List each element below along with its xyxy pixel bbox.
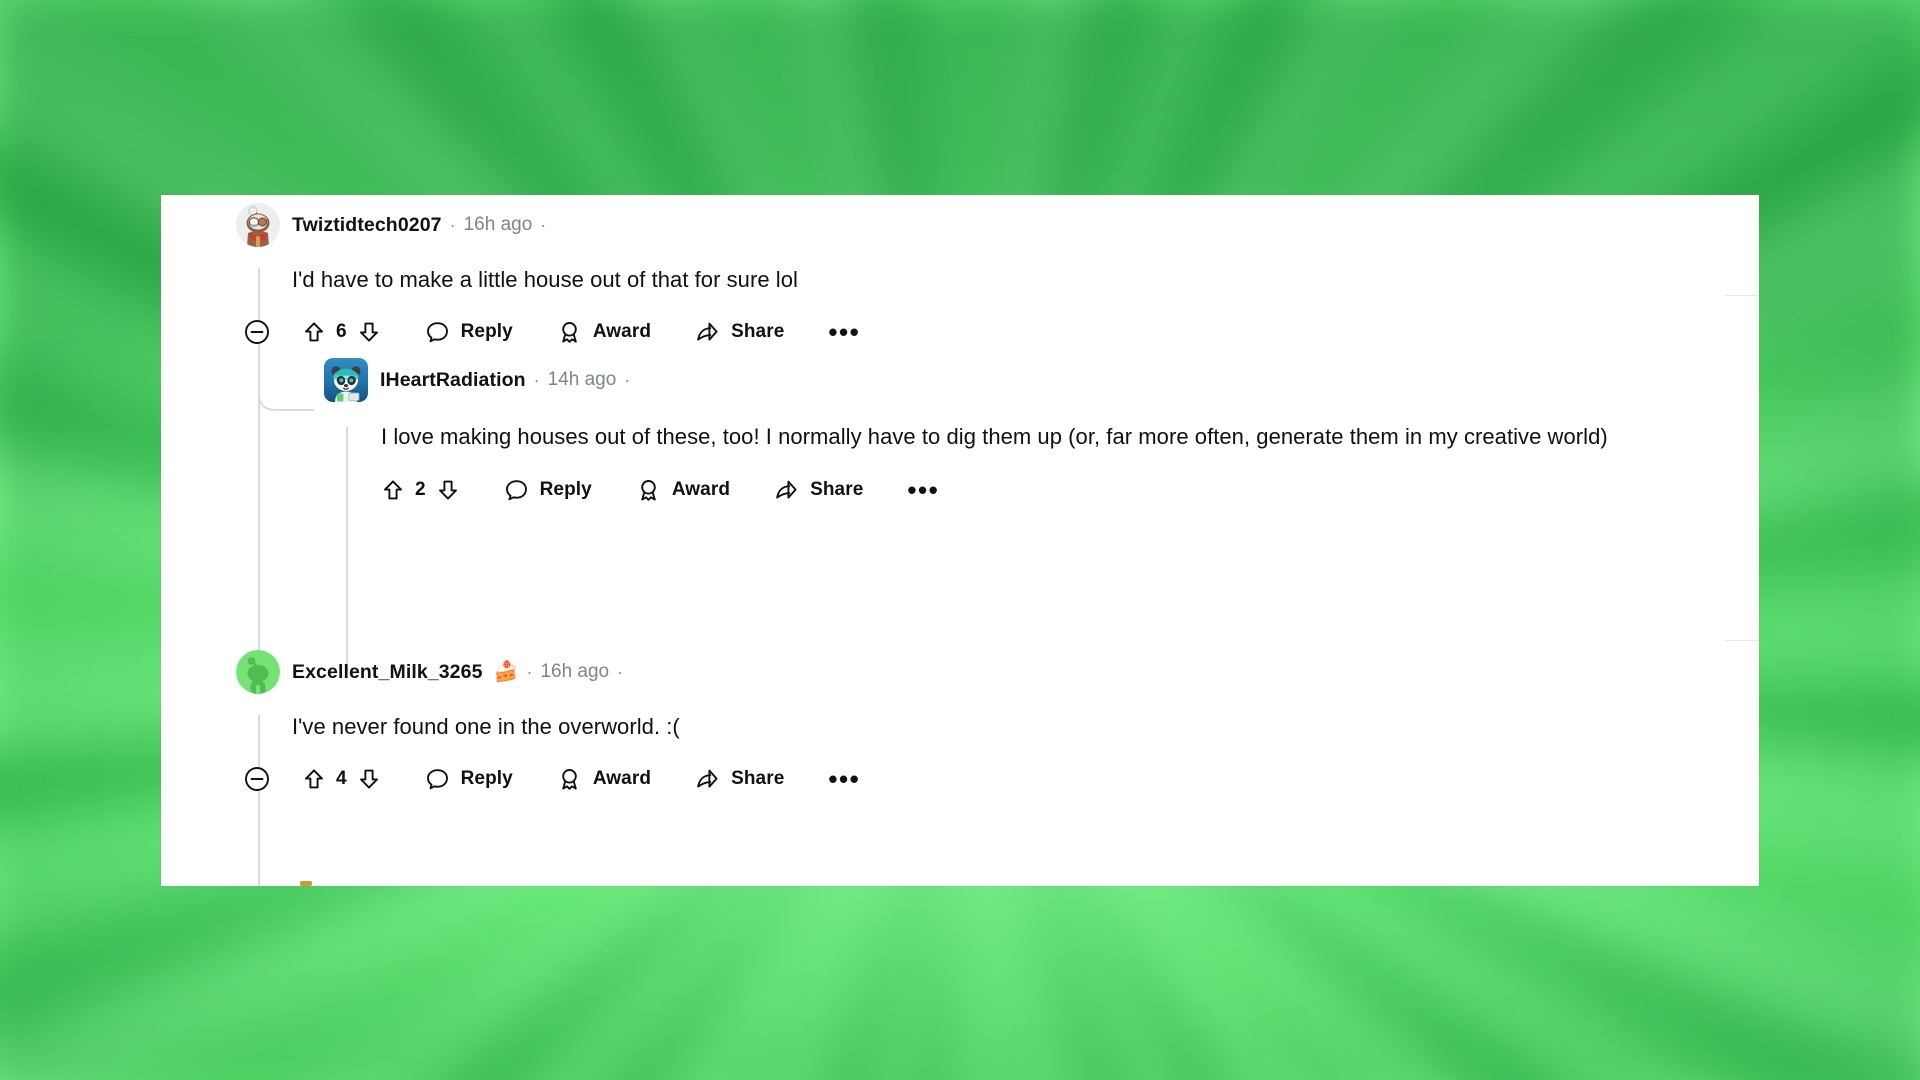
comment-twiztidtech0207: Twiztidtech0207 · 16h ago · I'd have to … (236, 203, 1716, 350)
share-label: Share (810, 479, 864, 500)
reply-button[interactable]: Reply (425, 767, 513, 792)
upvote-arrow-icon (384, 480, 402, 500)
vote-group: 4 (302, 767, 381, 791)
share-button[interactable]: Share (695, 767, 784, 792)
share-button[interactable]: Share (695, 320, 784, 345)
meta-separator: · (449, 214, 456, 235)
snoo-green-icon (236, 650, 280, 694)
award-button[interactable]: Award (557, 767, 651, 792)
award-label: Award (592, 321, 652, 342)
comment-excellent-milk-3265: Excellent_Milk_3265 🍰 · 16h ago · I've n… (236, 650, 1716, 797)
award-button[interactable]: Award (557, 320, 651, 345)
downvote-button[interactable] (357, 767, 381, 791)
comment-timestamp: 14h ago (547, 369, 617, 390)
comment-bubble-icon (426, 768, 448, 789)
vote-group: 2 (381, 478, 460, 502)
more-options-button[interactable]: ••• (828, 766, 860, 792)
threadline-curve-reply-1 (258, 368, 314, 411)
collapse-comment-button[interactable] (244, 766, 270, 792)
share-button[interactable]: Share (774, 478, 863, 503)
award-ribbon-icon (562, 768, 577, 790)
award-label: Award (592, 768, 652, 789)
comment-author[interactable]: Excellent_Milk_3265 (292, 661, 483, 684)
content-divider (1725, 640, 1759, 641)
comment-bubble-icon (426, 321, 448, 342)
minus-circle-icon (245, 767, 269, 791)
avatar-iheartradiation[interactable] (324, 358, 368, 402)
comment-header: IHeartRadiation · 14h ago · (324, 358, 1724, 402)
comment-body: I'd have to make a little house out of t… (292, 267, 798, 292)
meta-separator-trailing: · (624, 369, 631, 390)
share-label: Share (731, 768, 785, 789)
downvote-arrow-icon (359, 322, 378, 342)
vote-group: 6 (302, 320, 381, 344)
comment-header: Excellent_Milk_3265 🍰 · 16h ago · (236, 650, 1716, 694)
downvote-arrow-icon (359, 769, 378, 789)
share-arrow-icon (776, 480, 797, 499)
upvote-arrow-icon (305, 322, 323, 342)
vote-count: 2 (415, 479, 426, 500)
reply-label: Reply (460, 321, 513, 342)
meta-separator-trailing: · (540, 214, 547, 235)
comment-thread-card: Twiztidtech0207 · 16h ago · I'd have to … (161, 195, 1759, 886)
comment-body: I love making houses out of these, too! … (381, 424, 1608, 449)
cake-day-icon: 🍰 (493, 661, 519, 683)
downvote-button[interactable] (357, 320, 381, 344)
share-arrow-icon (697, 322, 718, 341)
more-options-button[interactable]: ••• (907, 477, 939, 503)
comment-iheartradiation: IHeartRadiation · 14h ago · I love makin… (324, 358, 1724, 508)
downvote-arrow-icon (438, 480, 457, 500)
comment-action-bar: 4 Reply Award Share ••• (244, 761, 1716, 797)
content-divider (1725, 295, 1759, 296)
vote-count: 4 (336, 768, 347, 789)
comment-author[interactable]: Twiztidtech0207 (292, 214, 442, 237)
reply-button[interactable]: Reply (425, 320, 513, 345)
award-ribbon-icon (562, 321, 577, 343)
comment-header: Twiztidtech0207 · 16h ago · (236, 203, 1716, 247)
comment-timestamp: 16h ago (463, 214, 533, 235)
reply-label: Reply (539, 479, 592, 500)
vote-count: 6 (336, 321, 347, 342)
comment-bubble-icon (505, 479, 527, 500)
upvote-arrow-icon (305, 769, 323, 789)
upvote-button[interactable] (302, 320, 326, 344)
comment-body: I've never found one in the overworld. :… (292, 714, 680, 739)
minus-circle-icon (245, 320, 269, 344)
reply-label: Reply (460, 768, 513, 789)
meta-separator: · (526, 661, 533, 682)
avatar-excellent-milk-3265[interactable] (236, 650, 280, 694)
comment-action-bar: 6 Reply Award Share ••• (244, 314, 1716, 350)
panda-beanie-hex-icon (324, 358, 368, 402)
upvote-button[interactable] (302, 767, 326, 791)
share-label: Share (731, 321, 785, 342)
more-options-button[interactable]: ••• (828, 319, 860, 345)
comment-timestamp: 16h ago (540, 661, 610, 682)
award-button[interactable]: Award (636, 478, 730, 503)
downvote-button[interactable] (436, 478, 460, 502)
comment-action-bar: 2 Reply Award Share ••• (381, 472, 1724, 508)
reply-button[interactable]: Reply (504, 478, 592, 503)
meta-separator-trailing: · (617, 661, 624, 682)
award-ribbon-icon (641, 479, 656, 501)
award-label: Award (671, 479, 731, 500)
meta-separator: · (533, 369, 540, 390)
snoo-brown-goggles-icon (236, 203, 280, 247)
collapse-comment-button[interactable] (244, 319, 270, 345)
upvote-button[interactable] (381, 478, 405, 502)
share-arrow-icon (697, 769, 718, 788)
next-comment-avatar-peek (300, 881, 312, 886)
avatar-twiztidtech0207[interactable] (236, 203, 280, 247)
comment-author[interactable]: IHeartRadiation (380, 369, 526, 392)
